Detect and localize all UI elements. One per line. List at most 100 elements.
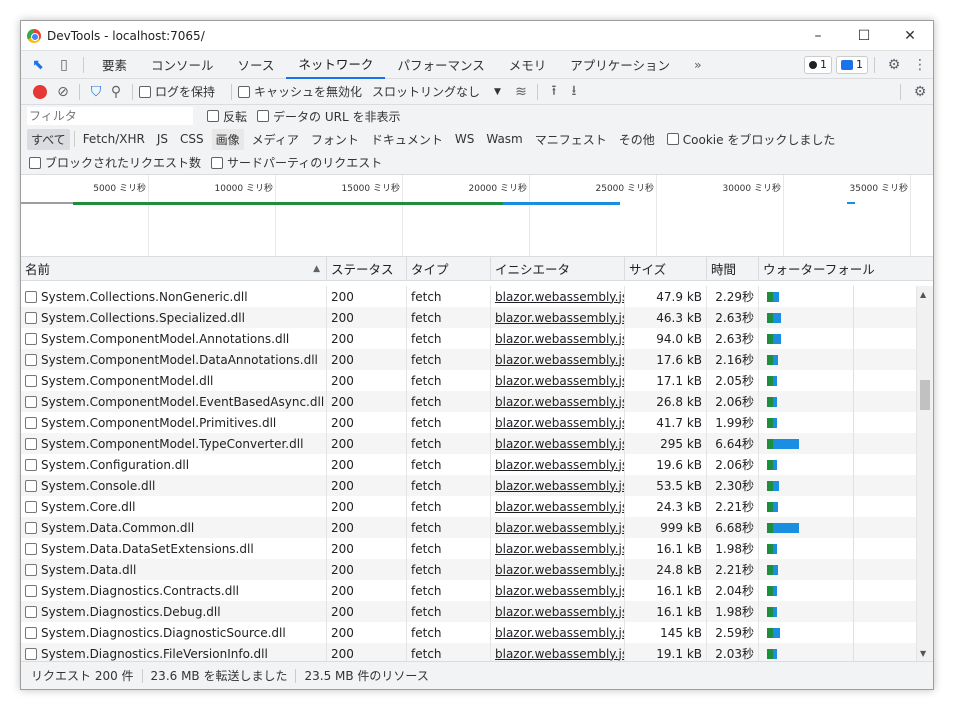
request-name-cell[interactable]: System.Diagnostics.Contracts.dll: [21, 580, 327, 601]
initiator-link[interactable]: blazor.webassembly.js:1: [491, 433, 625, 454]
inspect-element-icon[interactable]: ⬉: [25, 53, 51, 77]
blocked-cookies-checkbox[interactable]: Cookie をブロックしました: [666, 131, 835, 148]
initiator-link[interactable]: blazor.webassembly.js:1: [491, 307, 625, 328]
request-list-scrollbar[interactable]: ▲ ▼: [917, 286, 933, 662]
more-tabs-button[interactable]: »: [682, 51, 714, 79]
waterfall-cell[interactable]: [759, 391, 917, 412]
column-initiator[interactable]: イニシエータ: [491, 257, 625, 280]
scroll-down-arrow-icon[interactable]: ▼: [920, 649, 926, 658]
request-name-cell[interactable]: System.Core.dll: [21, 496, 327, 517]
table-row[interactable]: System.ComponentModel.dll 200 fetch blaz…: [21, 370, 917, 391]
type-filter-ws[interactable]: WS: [451, 130, 478, 148]
waterfall-cell[interactable]: [759, 412, 917, 433]
third-party-checkbox[interactable]: サードパーティのリクエスト: [211, 154, 382, 171]
waterfall-cell[interactable]: [759, 496, 917, 517]
table-row[interactable]: System.Configuration.dll 200 fetch blazo…: [21, 454, 917, 475]
waterfall-cell[interactable]: [759, 517, 917, 538]
waterfall-cell[interactable]: [759, 559, 917, 580]
type-filter-doc[interactable]: ドキュメント: [367, 129, 447, 150]
column-size[interactable]: サイズ: [625, 257, 707, 280]
initiator-link[interactable]: blazor.webassembly.js:1: [491, 559, 625, 580]
error-count-badge[interactable]: 1: [804, 55, 832, 74]
request-name-cell[interactable]: System.ComponentModel.dll: [21, 370, 327, 391]
waterfall-cell[interactable]: [759, 328, 917, 349]
initiator-link[interactable]: blazor.webassembly.js:1: [491, 370, 625, 391]
waterfall-cell[interactable]: [759, 601, 917, 622]
request-name-cell[interactable]: System.ComponentModel.TypeConverter.dll: [21, 433, 327, 454]
table-row[interactable]: System.Collections.NonGeneric.dll 200 fe…: [21, 286, 917, 307]
column-waterfall[interactable]: ウォーターフォール: [759, 257, 933, 280]
initiator-link[interactable]: blazor.webassembly.js:1: [491, 517, 625, 538]
request-name-cell[interactable]: System.Data.dll: [21, 559, 327, 580]
throttling-select[interactable]: スロットリングなし ▼: [372, 83, 501, 100]
request-name-cell[interactable]: System.Diagnostics.DiagnosticSource.dll: [21, 622, 327, 643]
initiator-link[interactable]: blazor.webassembly.js:1: [491, 349, 625, 370]
message-count-badge[interactable]: 1: [836, 55, 868, 74]
table-row[interactable]: System.Collections.Specialized.dll 200 f…: [21, 307, 917, 328]
request-list[interactable]: System.Collections.NonGeneric.dll 200 fe…: [21, 286, 917, 662]
network-overview[interactable]: 5000 ミリ秒 10000 ミリ秒 15000 ミリ秒 20000 ミリ秒 2…: [21, 175, 933, 257]
clear-icon[interactable]: ⊘: [53, 80, 73, 104]
scroll-up-arrow-icon[interactable]: ▲: [920, 290, 926, 299]
request-name-cell[interactable]: System.Console.dll: [21, 475, 327, 496]
tab-memory[interactable]: メモリ: [497, 51, 559, 79]
tab-console[interactable]: コンソール: [139, 51, 226, 79]
filter-icon[interactable]: ⛉: [86, 80, 106, 104]
table-row[interactable]: System.Data.Common.dll 200 fetch blazor.…: [21, 517, 917, 538]
initiator-link[interactable]: blazor.webassembly.js:1: [491, 601, 625, 622]
blocked-requests-checkbox[interactable]: ブロックされたリクエスト数: [29, 154, 201, 171]
hide-data-urls-checkbox[interactable]: データの URL を非表示: [257, 108, 400, 125]
device-toolbar-icon[interactable]: ▯: [51, 53, 77, 77]
initiator-link[interactable]: blazor.webassembly.js:1: [491, 580, 625, 601]
type-filter-js[interactable]: JS: [153, 130, 172, 148]
table-row[interactable]: System.Console.dll 200 fetch blazor.weba…: [21, 475, 917, 496]
scrollbar-thumb[interactable]: [920, 380, 930, 410]
table-row[interactable]: System.Diagnostics.FileVersionInfo.dll 2…: [21, 643, 917, 662]
table-row[interactable]: System.ComponentModel.Annotations.dll 20…: [21, 328, 917, 349]
close-button[interactable]: ✕: [887, 21, 933, 51]
tab-sources[interactable]: ソース: [226, 51, 287, 79]
waterfall-cell[interactable]: [759, 643, 917, 662]
type-filter-all[interactable]: すべて: [27, 128, 70, 150]
waterfall-cell[interactable]: [759, 286, 917, 307]
table-row[interactable]: System.Data.dll 200 fetch blazor.webasse…: [21, 559, 917, 580]
request-name-cell[interactable]: System.ComponentModel.Primitives.dll: [21, 412, 327, 433]
more-options-icon[interactable]: ⋮: [907, 53, 933, 77]
waterfall-cell[interactable]: [759, 349, 917, 370]
filter-input[interactable]: [27, 107, 193, 125]
maximize-button[interactable]: ☐: [841, 21, 887, 51]
type-filter-fetch-xhr[interactable]: Fetch/XHR: [79, 130, 149, 148]
request-name-cell[interactable]: System.ComponentModel.DataAnnotations.dl…: [21, 349, 327, 370]
waterfall-cell[interactable]: [759, 307, 917, 328]
column-status[interactable]: ステータス: [327, 257, 407, 280]
type-filter-other[interactable]: その他: [615, 129, 659, 150]
waterfall-cell[interactable]: [759, 370, 917, 391]
type-filter-wasm[interactable]: Wasm: [482, 130, 526, 148]
tab-performance[interactable]: パフォーマンス: [385, 51, 496, 79]
initiator-link[interactable]: blazor.webassembly.js:1: [491, 475, 625, 496]
network-conditions-icon[interactable]: ≋: [511, 80, 531, 104]
initiator-link[interactable]: blazor.webassembly.js:1: [491, 496, 625, 517]
request-name-cell[interactable]: System.Diagnostics.Debug.dll: [21, 601, 327, 622]
request-name-cell[interactable]: System.Collections.Specialized.dll: [21, 307, 327, 328]
type-filter-media[interactable]: メディア: [248, 129, 303, 150]
request-name-cell[interactable]: System.Diagnostics.FileVersionInfo.dll: [21, 643, 327, 662]
column-name[interactable]: 名前 ▲: [21, 257, 327, 280]
type-filter-manifest[interactable]: マニフェスト: [531, 129, 611, 150]
waterfall-cell[interactable]: [759, 538, 917, 559]
initiator-link[interactable]: blazor.webassembly.js:1: [491, 391, 625, 412]
initiator-link[interactable]: blazor.webassembly.js:1: [491, 454, 625, 475]
disable-cache-checkbox[interactable]: キャッシュを無効化: [238, 83, 362, 100]
tab-elements[interactable]: 要素: [90, 51, 139, 79]
table-row[interactable]: System.ComponentModel.Primitives.dll 200…: [21, 412, 917, 433]
request-name-cell[interactable]: System.ComponentModel.EventBasedAsync.dl…: [21, 391, 327, 412]
waterfall-cell[interactable]: [759, 580, 917, 601]
initiator-link[interactable]: blazor.webassembly.js:1: [491, 622, 625, 643]
table-row[interactable]: System.ComponentModel.DataAnnotations.dl…: [21, 349, 917, 370]
record-button[interactable]: [33, 84, 47, 99]
initiator-link[interactable]: blazor.webassembly.js:1: [491, 538, 625, 559]
tab-application[interactable]: アプリケーション: [558, 51, 682, 79]
waterfall-cell[interactable]: [759, 454, 917, 475]
type-filter-font[interactable]: フォント: [307, 129, 363, 150]
waterfall-cell[interactable]: [759, 622, 917, 643]
